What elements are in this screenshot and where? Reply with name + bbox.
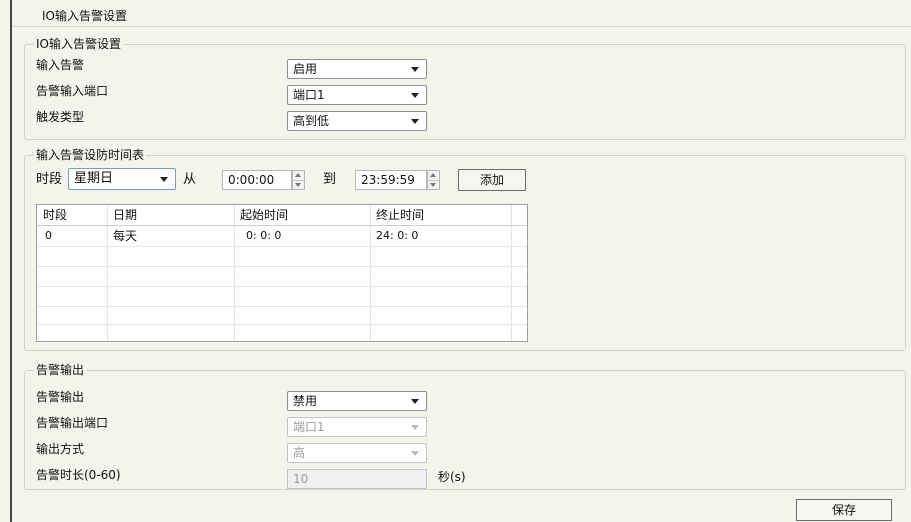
add-button[interactable]: 添加	[458, 169, 526, 191]
cell-date: 每天	[113, 229, 138, 243]
start-time-value: 0:00:00	[228, 173, 275, 187]
schedule-table: 时段 日期 起始时间 终止时间 0 每天 0: 0: 0 24: 0: 0	[36, 204, 528, 342]
alarm-duration-input[interactable]: 10	[287, 469, 427, 489]
weekday-value: 星期日	[74, 171, 114, 186]
output-mode-value: 高	[293, 446, 306, 460]
schedule-legend: 输入告警设防时间表	[34, 147, 147, 163]
alarm-duration-label: 告警时长(0-60)	[36, 468, 121, 482]
column-header-start-time[interactable]: 起始时间	[240, 207, 288, 223]
start-time-input[interactable]: 0:00:00	[222, 170, 292, 190]
chevron-down-icon	[411, 67, 419, 72]
start-time-spinner[interactable]	[292, 170, 305, 190]
alarm-input-port-value: 端口1	[293, 88, 325, 102]
end-time-spinner[interactable]	[427, 170, 440, 190]
input-alarm-select[interactable]: 启用	[287, 59, 427, 79]
chevron-down-icon	[411, 399, 419, 404]
row-divider	[37, 266, 527, 267]
chevron-down-icon	[411, 425, 419, 430]
chevron-down-icon	[160, 177, 168, 182]
alarm-input-port-select[interactable]: 端口1	[287, 85, 427, 105]
row-divider	[37, 306, 527, 307]
trigger-type-label: 触发类型	[36, 110, 85, 124]
spinner-down-icon[interactable]	[428, 180, 439, 189]
trigger-type-select[interactable]: 高到低	[287, 111, 427, 131]
column-header-date[interactable]: 日期	[113, 207, 137, 223]
from-label: 从	[183, 172, 197, 187]
alarm-duration-value: 10	[293, 472, 309, 486]
alarm-input-legend: IO输入告警设置	[34, 36, 123, 52]
alarm-output-port-label: 告警输出端口	[36, 416, 109, 430]
row-divider	[37, 246, 527, 247]
alarm-input-port-label: 告警输入端口	[36, 84, 109, 98]
alarm-output-port-select[interactable]: 端口1	[287, 417, 427, 437]
output-mode-select[interactable]: 高	[287, 443, 427, 463]
page-title: IO输入告警设置	[42, 9, 127, 23]
to-label: 到	[323, 172, 337, 187]
weekday-select[interactable]: 星期日	[68, 168, 176, 190]
chevron-down-icon	[411, 93, 419, 98]
chevron-down-icon	[411, 451, 419, 456]
period-label: 时段	[36, 172, 63, 187]
trigger-type-value: 高到低	[293, 114, 330, 128]
title-divider	[12, 26, 911, 27]
save-button[interactable]: 保存	[796, 499, 892, 521]
cell-start-time: 0: 0: 0	[246, 229, 282, 242]
column-header-period[interactable]: 时段	[43, 207, 67, 223]
duration-unit-label: 秒(s)	[438, 470, 466, 484]
alarm-input-group: IO输入告警设置	[24, 36, 906, 140]
header-divider	[37, 225, 527, 226]
cell-end-time: 24: 0: 0	[376, 229, 419, 242]
end-time-value: 23:59:59	[361, 173, 415, 187]
row-divider	[37, 286, 527, 287]
alarm-output-port-value: 端口1	[293, 420, 325, 434]
alarm-output-value: 禁用	[293, 394, 318, 408]
input-alarm-value: 启用	[293, 62, 318, 76]
input-alarm-label: 输入告警	[36, 58, 85, 72]
spinner-down-icon[interactable]	[293, 180, 304, 189]
cell-period: 0	[45, 229, 52, 242]
end-time-input[interactable]: 23:59:59	[355, 170, 427, 190]
alarm-output-select[interactable]: 禁用	[287, 391, 427, 411]
output-mode-label: 输出方式	[36, 442, 85, 456]
alarm-output-legend: 告警输出	[34, 362, 87, 378]
row-divider	[37, 324, 527, 325]
left-border	[10, 0, 12, 522]
column-header-end-time[interactable]: 终止时间	[376, 207, 424, 223]
chevron-down-icon	[411, 119, 419, 124]
alarm-output-label: 告警输出	[36, 390, 85, 404]
